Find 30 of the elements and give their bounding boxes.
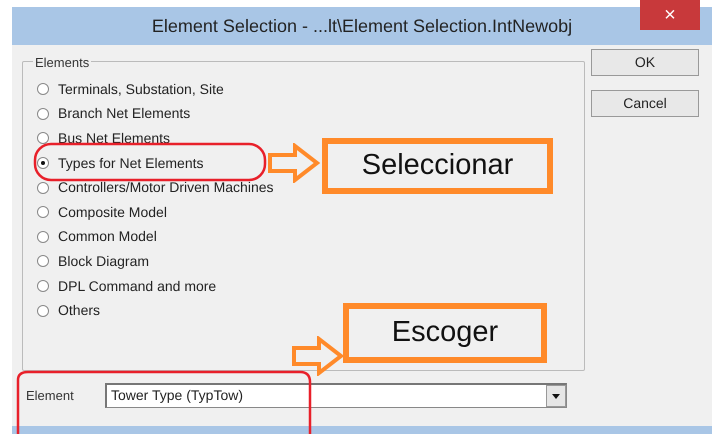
radio-button[interactable] <box>37 108 49 120</box>
close-button[interactable]: × <box>640 0 700 30</box>
radio-label[interactable]: Bus Net Elements <box>58 128 170 149</box>
ok-button[interactable]: OK <box>591 49 699 76</box>
radio-label[interactable]: Controllers/Motor Driven Machines <box>58 177 274 198</box>
radio-button[interactable] <box>37 255 49 268</box>
callout-label: Seleccionar <box>322 138 553 194</box>
radio-label[interactable]: Composite Model <box>58 202 167 223</box>
radio-label[interactable]: Common Model <box>58 226 157 248</box>
radio-button[interactable] <box>37 230 49 243</box>
radio-button[interactable] <box>37 157 49 170</box>
radio-label[interactable]: Branch Net Elements <box>58 103 190 124</box>
radio-button[interactable] <box>37 206 49 218</box>
arrow-icon <box>267 143 321 183</box>
radio-label[interactable]: Block Diagram <box>58 250 150 272</box>
window-title: Element Selection - ...lt\Element Selection.IntNewobj <box>152 14 572 38</box>
dropdown-arrow-icon <box>552 394 560 398</box>
radio-label[interactable]: DPL Command and more <box>58 276 216 297</box>
radio-button[interactable] <box>37 83 49 96</box>
radio-label[interactable]: Others <box>58 300 100 322</box>
element-dropdown[interactable]: Tower Type (TypTow) <box>105 383 567 408</box>
radio-label[interactable]: Terminals, Substation, Site <box>58 78 224 100</box>
radio-button[interactable] <box>37 132 49 144</box>
element-label: Element <box>26 386 75 405</box>
cancel-button[interactable]: Cancel <box>591 90 699 117</box>
radio-button[interactable] <box>37 304 49 317</box>
radio-button[interactable] <box>37 182 49 194</box>
radio-button[interactable] <box>37 280 49 292</box>
callout-label: Escoger <box>343 303 547 363</box>
arrow-icon <box>291 336 345 376</box>
